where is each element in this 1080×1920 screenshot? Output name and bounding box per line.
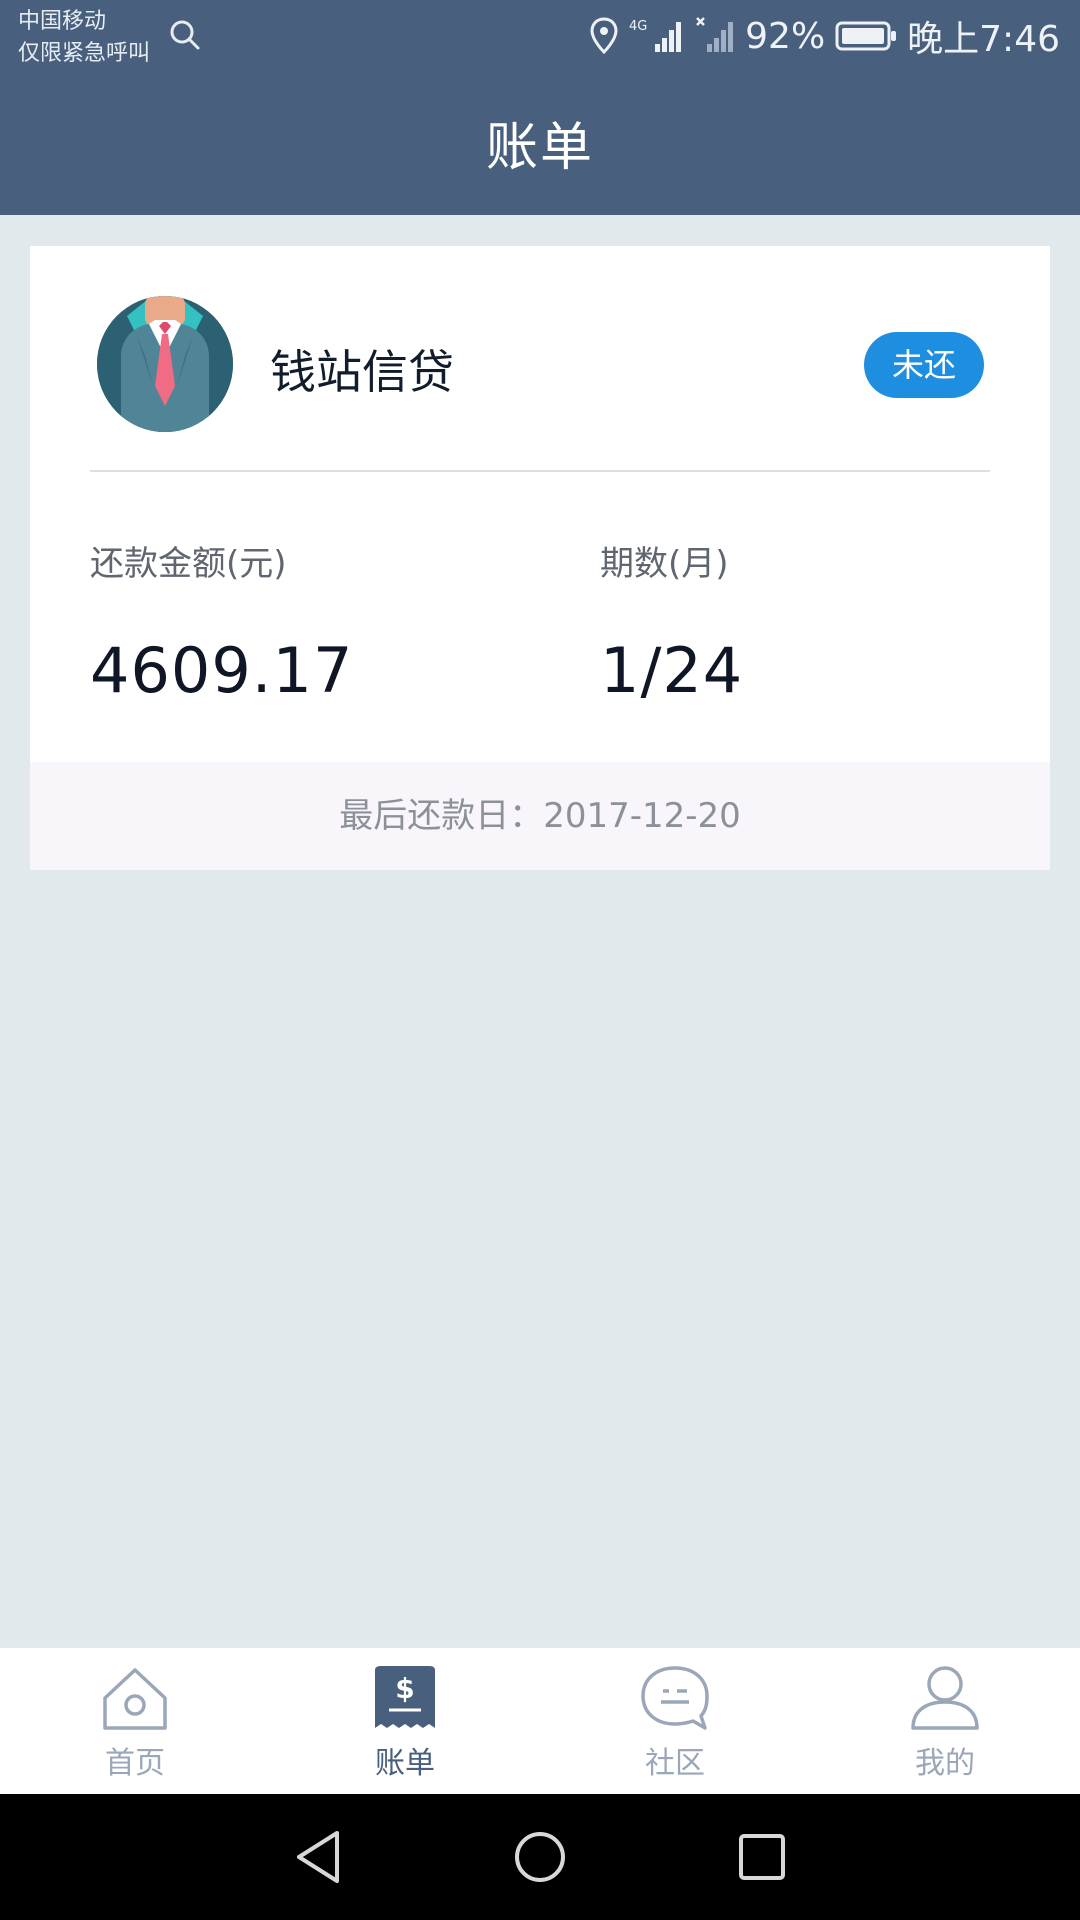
carrier-status: 仅限紧急呼叫 [18,41,151,66]
system-nav-bar [0,1794,1080,1920]
bill-icon: $ [375,1666,435,1728]
recents-icon[interactable] [737,1832,787,1882]
lender-name: 钱站信贷 [270,345,454,399]
tab-bill[interactable]: $ 账单 [270,1648,540,1795]
amount-label: 还款金额(元) [90,544,287,584]
page-title: 账单 [485,118,594,178]
home-button-icon[interactable] [513,1830,567,1884]
amount-value: 4609.17 [90,634,354,707]
businessman-avatar-icon [97,296,233,432]
tab-community[interactable]: 社区 [540,1648,810,1795]
tab-home[interactable]: 首页 [0,1648,270,1795]
carrier-name: 中国移动 [18,9,107,34]
svg-text:$: $ [395,1672,414,1705]
clock: 晚上7:46 [907,19,1060,60]
home-icon [103,1668,167,1730]
signal-none-icon [696,17,734,52]
status-indicators: 4G 92% 晚上7:46 [589,8,1060,64]
period-label: 期数(月) [600,544,729,584]
battery-percent: 92% [745,15,826,57]
divider [90,470,990,472]
bottom-tab-bar: 首页 $ 账单 社区 我的 [0,1647,1080,1795]
battery-icon [835,21,897,51]
status-badge: 未还 [864,332,984,398]
bill-card[interactable]: 钱站信贷 未还 还款金额(元) 期数(月) 4609.17 1/24 最后还款日… [30,246,1050,870]
app-header: 中国移动 仅限紧急呼叫 4G 92% 晚上7:46 账单 [0,0,1080,215]
tab-home-label: 首页 [105,1746,165,1781]
tab-community-label: 社区 [645,1746,705,1781]
network-type-label: 4G [629,19,647,34]
due-date: 最后还款日：2017-12-20 [30,762,1050,870]
signal-4g-icon: 4G [629,19,682,52]
tab-me-label: 我的 [915,1746,975,1781]
user-icon [911,1666,979,1730]
period-value: 1/24 [600,634,744,707]
tab-me[interactable]: 我的 [810,1648,1080,1795]
carrier-info: 中国移动 仅限紧急呼叫 [18,6,150,70]
back-icon[interactable] [293,1829,343,1885]
chat-icon [641,1666,709,1730]
tab-bill-label: 账单 [375,1746,435,1781]
lender-avatar [97,296,233,432]
location-icon [590,17,618,55]
search-icon [170,20,200,50]
